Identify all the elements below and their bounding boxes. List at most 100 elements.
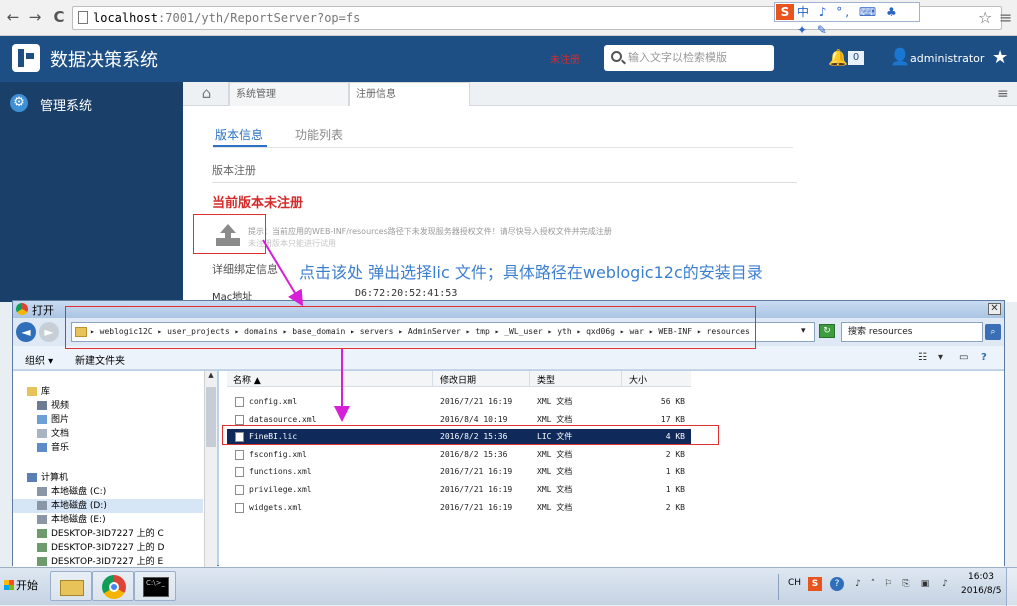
- help-icon[interactable]: ?: [981, 352, 987, 363]
- language-indicator[interactable]: CH: [788, 578, 801, 588]
- sidebar-item-management[interactable]: 管理系统: [40, 95, 92, 114]
- url-path: :7001/yth/ReportServer?op=fs: [158, 11, 361, 25]
- nav-item-label: DESKTOP-3ID7227 上的 D: [51, 543, 165, 553]
- annotation-box: [65, 306, 756, 349]
- reload-icon[interactable]: C: [50, 8, 68, 26]
- user-icon[interactable]: 👤: [890, 47, 910, 66]
- organize-button[interactable]: 组织 ▾: [25, 352, 53, 367]
- subtab-function-list[interactable]: 功能列表: [295, 126, 343, 143]
- column-name[interactable]: 名称 ▲: [233, 373, 261, 386]
- divider: [212, 182, 797, 183]
- nav-item[interactable]: DESKTOP-3ID7227 上的 D: [13, 541, 203, 555]
- drive-icon: [37, 557, 47, 566]
- scroll-up-icon[interactable]: ▲: [206, 371, 216, 383]
- device-icon[interactable]: ▣: [918, 577, 932, 591]
- nav-item[interactable]: 计算机: [13, 471, 203, 485]
- chrome-icon: [16, 303, 28, 315]
- bell-icon[interactable]: 🔔: [828, 48, 848, 67]
- taskbar-explorer[interactable]: [50, 571, 92, 601]
- nav-item-label: 计算机: [41, 473, 69, 483]
- scrollbar[interactable]: ▲: [204, 371, 217, 567]
- preview-pane-icon[interactable]: ▭: [959, 352, 968, 363]
- drive-icon: [37, 415, 47, 424]
- column-size[interactable]: 大小: [629, 373, 647, 386]
- taskbar-cmd[interactable]: C:\>_: [134, 571, 176, 601]
- file-row[interactable]: privilege.xml 2016/7/21 16:19 XML 文档 1 KB: [227, 482, 691, 498]
- help-icon[interactable]: ?: [830, 577, 844, 591]
- nav-item[interactable]: 音乐: [13, 441, 203, 455]
- file-size: 2 KB: [665, 502, 685, 512]
- sogou-ime-bar[interactable]: S中 ♪ °, ⌨ ♣ ✦ ✎: [774, 2, 920, 37]
- back-icon[interactable]: ←: [4, 8, 22, 26]
- start-label: 开始: [16, 579, 38, 592]
- nav-item[interactable]: 本地磁盘 (D:): [13, 499, 203, 513]
- page-icon: [78, 11, 88, 24]
- nav-item[interactable]: DESKTOP-3ID7227 上的 C: [13, 527, 203, 541]
- nav-item-label: 库: [41, 387, 51, 397]
- refresh-icon[interactable]: ↻: [819, 324, 835, 338]
- scroll-thumb[interactable]: [206, 387, 216, 447]
- notification-badge[interactable]: 0: [848, 51, 864, 65]
- file-icon: [235, 502, 244, 513]
- annotation-text: 点击该处 弹出选择lic 文件；具体路径在weblogic12c的安装目录: [299, 263, 763, 282]
- view-icon[interactable]: ☷: [918, 352, 927, 363]
- drive-icon: [37, 443, 47, 452]
- clock-date[interactable]: 2016/8/5: [961, 586, 1001, 596]
- forward-icon[interactable]: ►: [39, 322, 59, 342]
- file-row[interactable]: widgets.xml 2016/7/21 16:19 XML 文档 2 KB: [227, 500, 691, 516]
- nav-item[interactable]: 库: [13, 385, 203, 399]
- show-desktop-button[interactable]: [1006, 568, 1017, 606]
- file-size: 1 KB: [665, 485, 685, 494]
- drive-icon: [37, 529, 47, 538]
- start-button[interactable]: 开始: [0, 572, 40, 600]
- flag-icon[interactable]: ⚐: [881, 577, 895, 591]
- taskbar-chrome[interactable]: [92, 571, 134, 601]
- subtab-version-info[interactable]: 版本信息: [215, 126, 263, 143]
- tab-register-info[interactable]: 注册信息: [349, 82, 470, 106]
- username[interactable]: administrator: [910, 52, 984, 65]
- ime-icon[interactable]: ♪: [851, 577, 865, 591]
- nav-item[interactable]: 视频: [13, 399, 203, 413]
- template-search-input[interactable]: 输入文字以检索模版: [604, 45, 774, 71]
- volume-icon[interactable]: ♪: [938, 577, 952, 591]
- back-icon[interactable]: ◄: [16, 322, 36, 342]
- forward-icon[interactable]: →: [26, 8, 44, 26]
- nav-item[interactable]: 文档: [13, 427, 203, 441]
- expand-tray-icon[interactable]: ˄: [866, 577, 880, 591]
- menu-icon[interactable]: ≡: [997, 86, 1009, 102]
- sogou-icon[interactable]: S: [808, 577, 822, 591]
- drive-icon: [27, 387, 37, 396]
- tab-system-management[interactable]: 系统管理: [229, 82, 349, 106]
- clock-time[interactable]: 16:03: [968, 572, 994, 582]
- file-row[interactable]: fsconfig.xml 2016/8/2 15:36 XML 文档 2 KB: [227, 447, 691, 463]
- nav-item[interactable]: 本地磁盘 (C:): [13, 485, 203, 499]
- chevron-down-icon[interactable]: ▾: [938, 352, 943, 363]
- file-date: 2016/7/21 16:19: [440, 467, 513, 477]
- browser-menu-icon[interactable]: ≡: [999, 8, 1012, 27]
- nav-item[interactable]: 本地磁盘 (E:): [13, 513, 203, 527]
- nav-item-label: 本地磁盘 (E:): [51, 515, 106, 525]
- nav-item[interactable]: 图片: [13, 413, 203, 427]
- favorite-star-icon[interactable]: ★: [992, 47, 1008, 68]
- bookmark-star-icon[interactable]: ☆: [978, 8, 992, 27]
- file-row[interactable]: config.xml 2016/7/21 16:19 XML 文档 56 KB: [227, 394, 691, 410]
- detail-title: 详细绑定信息: [212, 261, 278, 277]
- chevron-down-icon[interactable]: ▾: [801, 326, 806, 336]
- column-date[interactable]: 修改日期: [440, 373, 476, 386]
- new-folder-button[interactable]: 新建文件夹: [75, 352, 125, 367]
- nav-item-label: DESKTOP-3ID7227 上的 C: [51, 529, 164, 539]
- home-icon[interactable]: ⌂: [185, 82, 229, 106]
- sidebar: ⚙ 管理系统: [0, 82, 183, 302]
- terminal-icon: C:\>_: [143, 577, 169, 597]
- network-icon[interactable]: ⎘: [899, 577, 913, 591]
- navigation-pane: 库视频 图片 文档 音乐计算机本地磁盘 (C:) 本地磁盘 (D:) 本地磁盘 (E:) D…: [13, 371, 217, 567]
- annotation-box: [222, 425, 719, 445]
- file-row[interactable]: functions.xml 2016/7/21 16:19 XML 文档 1 KB: [227, 464, 691, 480]
- column-type[interactable]: 类型: [537, 373, 555, 386]
- file-name: functions.xml: [249, 467, 312, 477]
- ime-status: 中 ♪ °, ⌨ ♣ ✦ ✎: [797, 5, 900, 37]
- folder-search-input[interactable]: 搜索 resources: [841, 322, 983, 342]
- close-icon[interactable]: ✕: [988, 303, 1001, 315]
- search-icon[interactable]: ⌕: [985, 324, 1001, 340]
- gear-icon[interactable]: ⚙: [10, 94, 28, 112]
